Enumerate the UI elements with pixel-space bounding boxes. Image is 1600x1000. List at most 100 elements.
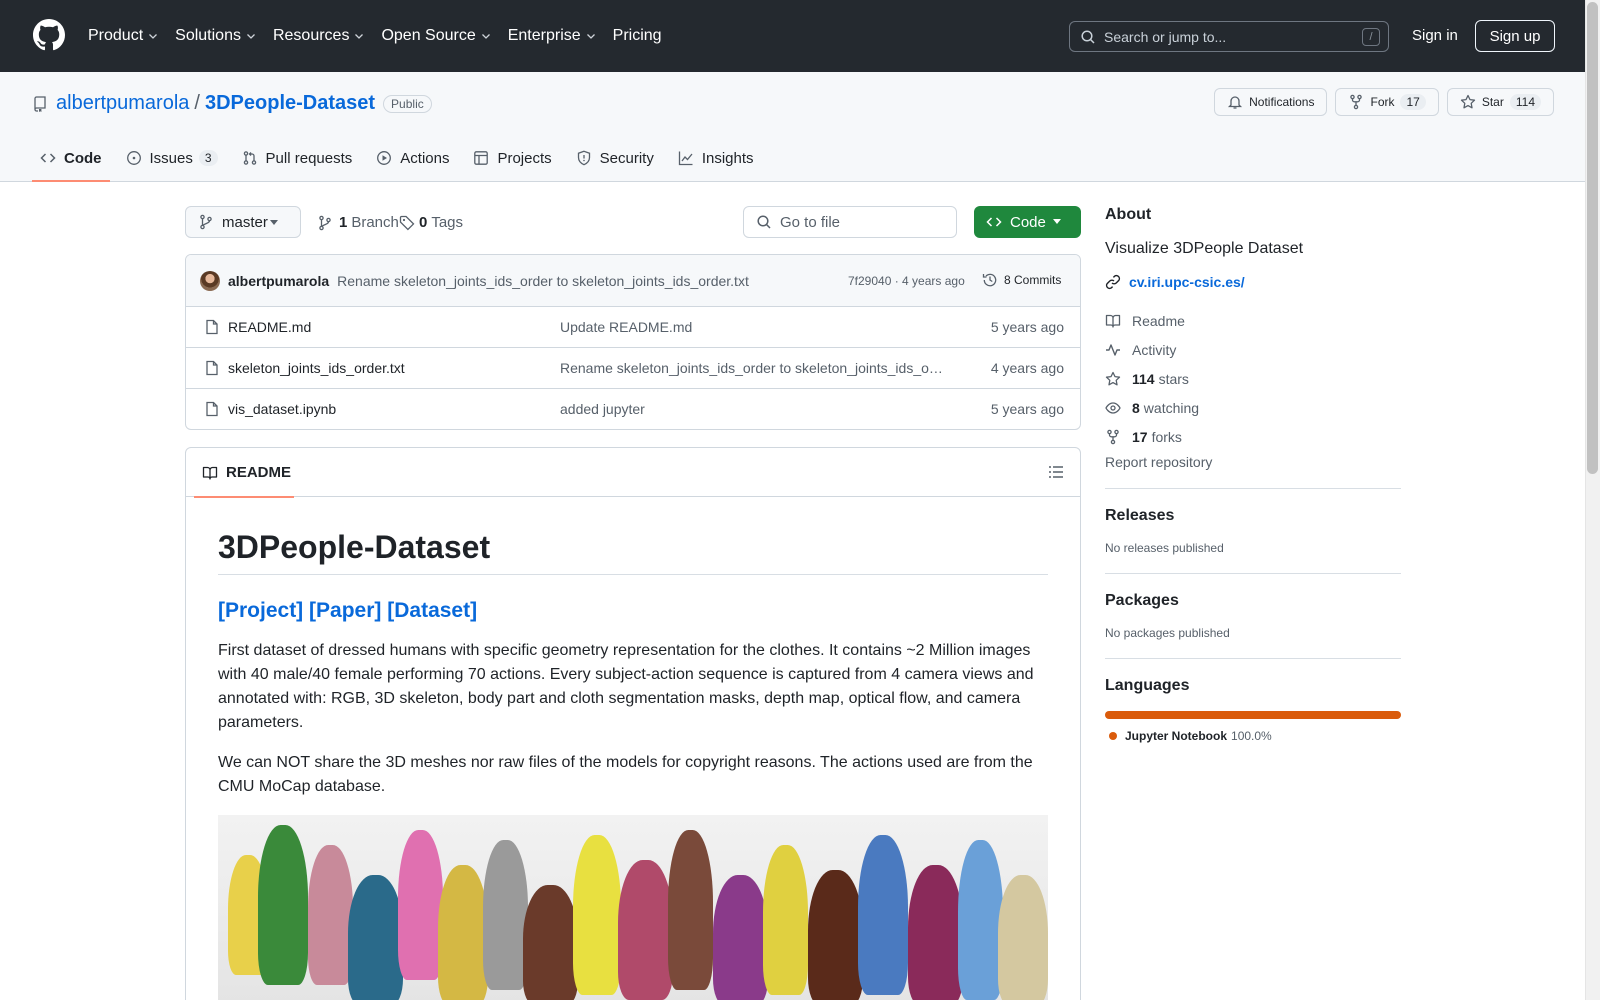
website-link[interactable]: cv.iri.upc-csic.es/ bbox=[1105, 274, 1401, 290]
code-icon bbox=[986, 217, 1002, 227]
go-to-file-input[interactable]: Go to file bbox=[743, 206, 957, 238]
page-scrollbar[interactable] bbox=[1585, 0, 1600, 1000]
project-link[interactable]: [Project] bbox=[218, 599, 303, 622]
nav-resources[interactable]: Resources bbox=[273, 24, 365, 48]
search-shortcut-key: / bbox=[1362, 28, 1380, 46]
tab-security[interactable]: Security bbox=[568, 134, 662, 182]
commit-message-link[interactable]: Rename skeleton_joints_ids_order to skel… bbox=[337, 273, 749, 289]
stars-link[interactable]: 114 stars bbox=[1105, 364, 1401, 393]
sign-in-link[interactable]: Sign in bbox=[1412, 27, 1458, 44]
file-name-link[interactable]: README.md bbox=[228, 319, 311, 335]
file-commit-message[interactable]: added jupyter bbox=[560, 401, 944, 417]
caret-down-icon bbox=[1053, 219, 1061, 224]
sign-up-button[interactable]: Sign up bbox=[1475, 20, 1555, 52]
file-icon bbox=[206, 319, 218, 335]
fork-icon bbox=[1350, 94, 1363, 110]
tag-count: 0 bbox=[419, 214, 428, 231]
about-sidebar: About Visualize 3DPeople Dataset cv.iri.… bbox=[1105, 206, 1401, 743]
file-age: 4 years ago bbox=[990, 360, 1064, 376]
divider bbox=[1105, 488, 1401, 489]
tab-pull-requests[interactable]: Pull requests bbox=[234, 134, 361, 182]
readme-title: 3DPeople-Dataset bbox=[218, 529, 1048, 575]
forks-link[interactable]: 17 forks bbox=[1105, 422, 1401, 451]
tab-issues[interactable]: Issues 3 bbox=[118, 134, 226, 182]
tab-projects[interactable]: Projects bbox=[465, 134, 559, 182]
avatar[interactable] bbox=[200, 270, 220, 291]
divider bbox=[1105, 658, 1401, 659]
report-repository-link[interactable]: Report repository bbox=[1105, 454, 1401, 470]
branch-count: 1 bbox=[339, 214, 348, 231]
branches-link[interactable]: 1 Branch bbox=[317, 214, 399, 231]
file-age: 5 years ago bbox=[990, 319, 1064, 335]
pulse-icon bbox=[1106, 343, 1120, 356]
nav-pricing[interactable]: Pricing bbox=[613, 24, 662, 48]
star-button[interactable]: Star 114 bbox=[1446, 88, 1554, 116]
branch-icon bbox=[200, 214, 212, 230]
tags-link[interactable]: 0 Tags bbox=[399, 214, 463, 231]
github-logo-icon[interactable] bbox=[33, 19, 65, 51]
file-row[interactable]: README.md Update README.md 5 years ago bbox=[186, 307, 1080, 348]
issue-icon bbox=[126, 151, 141, 165]
commit-author-link[interactable]: albertpumarola bbox=[228, 273, 329, 289]
readme-paragraph: We can NOT share the 3D meshes nor raw f… bbox=[218, 754, 1033, 795]
tab-actions[interactable]: Actions bbox=[368, 134, 457, 182]
history-icon bbox=[982, 273, 997, 287]
file-name-link[interactable]: vis_dataset.ipynb bbox=[228, 401, 336, 417]
file-age: 5 years ago bbox=[990, 401, 1064, 417]
dataset-link[interactable]: [Dataset] bbox=[387, 599, 477, 622]
nav-open-source[interactable]: Open Source bbox=[381, 24, 491, 48]
file-navigation-bar: master 1 Branch 0 Tags Go to file Code bbox=[185, 206, 1081, 238]
scrollbar-thumb[interactable] bbox=[1587, 2, 1598, 474]
fork-icon bbox=[1107, 429, 1119, 444]
nav-solutions[interactable]: Solutions bbox=[175, 24, 257, 48]
star-icon bbox=[1105, 371, 1121, 385]
commits-history-link[interactable]: 8 Commits bbox=[982, 272, 1061, 288]
tab-code[interactable]: Code bbox=[32, 134, 110, 182]
activity-link[interactable]: Activity bbox=[1105, 335, 1401, 364]
file-row[interactable]: skeleton_joints_ids_order.txt Rename ske… bbox=[186, 348, 1080, 389]
caret-down-icon bbox=[270, 220, 278, 225]
about-heading: About bbox=[1105, 206, 1152, 223]
repo-actions: Notifications Fork 17 Star 114 bbox=[1214, 88, 1554, 116]
graph-icon bbox=[678, 151, 693, 166]
fork-button[interactable]: Fork 17 bbox=[1335, 88, 1439, 116]
paper-link[interactable]: [Paper] bbox=[309, 599, 381, 622]
language-progress-bar bbox=[1105, 711, 1401, 719]
repo-name-link[interactable]: 3DPeople-Dataset bbox=[205, 92, 375, 115]
branch-selector-button[interactable]: master bbox=[185, 206, 301, 238]
tab-readme[interactable]: README bbox=[194, 448, 294, 498]
code-dropdown-button[interactable]: Code bbox=[974, 206, 1081, 238]
file-commit-message[interactable]: Rename skeleton_joints_ids_order to skel… bbox=[560, 360, 944, 376]
commit-sha-age[interactable]: 7f29040 · 4 years ago bbox=[848, 274, 965, 288]
issues-count: 3 bbox=[198, 150, 218, 166]
tab-insights[interactable]: Insights bbox=[670, 134, 762, 182]
repo-icon bbox=[34, 95, 46, 112]
nav-product[interactable]: Product bbox=[88, 24, 159, 48]
readme-body: 3DPeople-Dataset [Project] [Paper] [Data… bbox=[186, 497, 1080, 1000]
file-commit-message[interactable]: Update README.md bbox=[560, 319, 944, 335]
star-count: 114 bbox=[1509, 94, 1541, 110]
latest-commit-row: albertpumarola Rename skeleton_joints_id… bbox=[186, 255, 1080, 307]
table-of-contents-icon[interactable] bbox=[1048, 464, 1064, 480]
readme-panel: README 3DPeople-Dataset [Project] [Paper… bbox=[185, 447, 1081, 1000]
global-search-input[interactable]: Search or jump to... / bbox=[1069, 21, 1389, 52]
notifications-button[interactable]: Notifications bbox=[1214, 88, 1328, 116]
language-item[interactable]: Jupyter Notebook 100.0% bbox=[1105, 729, 1401, 743]
book-icon bbox=[1105, 314, 1121, 328]
file-name-link[interactable]: skeleton_joints_ids_order.txt bbox=[228, 360, 405, 376]
divider bbox=[1105, 573, 1401, 574]
releases-heading[interactable]: Releases bbox=[1105, 507, 1401, 525]
readme-header: README bbox=[186, 448, 1080, 498]
repo-owner-link[interactable]: albertpumarola bbox=[56, 92, 189, 115]
packages-heading[interactable]: Packages bbox=[1105, 592, 1401, 610]
branch-icon bbox=[319, 215, 331, 230]
code-icon bbox=[40, 153, 56, 163]
pull-request-icon bbox=[243, 151, 256, 165]
nav-enterprise[interactable]: Enterprise bbox=[508, 24, 597, 48]
readme-link[interactable]: Readme bbox=[1105, 306, 1401, 335]
watchers-link[interactable]: 8 watching bbox=[1105, 393, 1401, 422]
main-content: master 1 Branch 0 Tags Go to file Code a… bbox=[185, 206, 1081, 1000]
language-color-dot bbox=[1109, 732, 1117, 740]
file-row[interactable]: vis_dataset.ipynb added jupyter 5 years … bbox=[186, 389, 1080, 429]
book-icon bbox=[202, 466, 218, 480]
